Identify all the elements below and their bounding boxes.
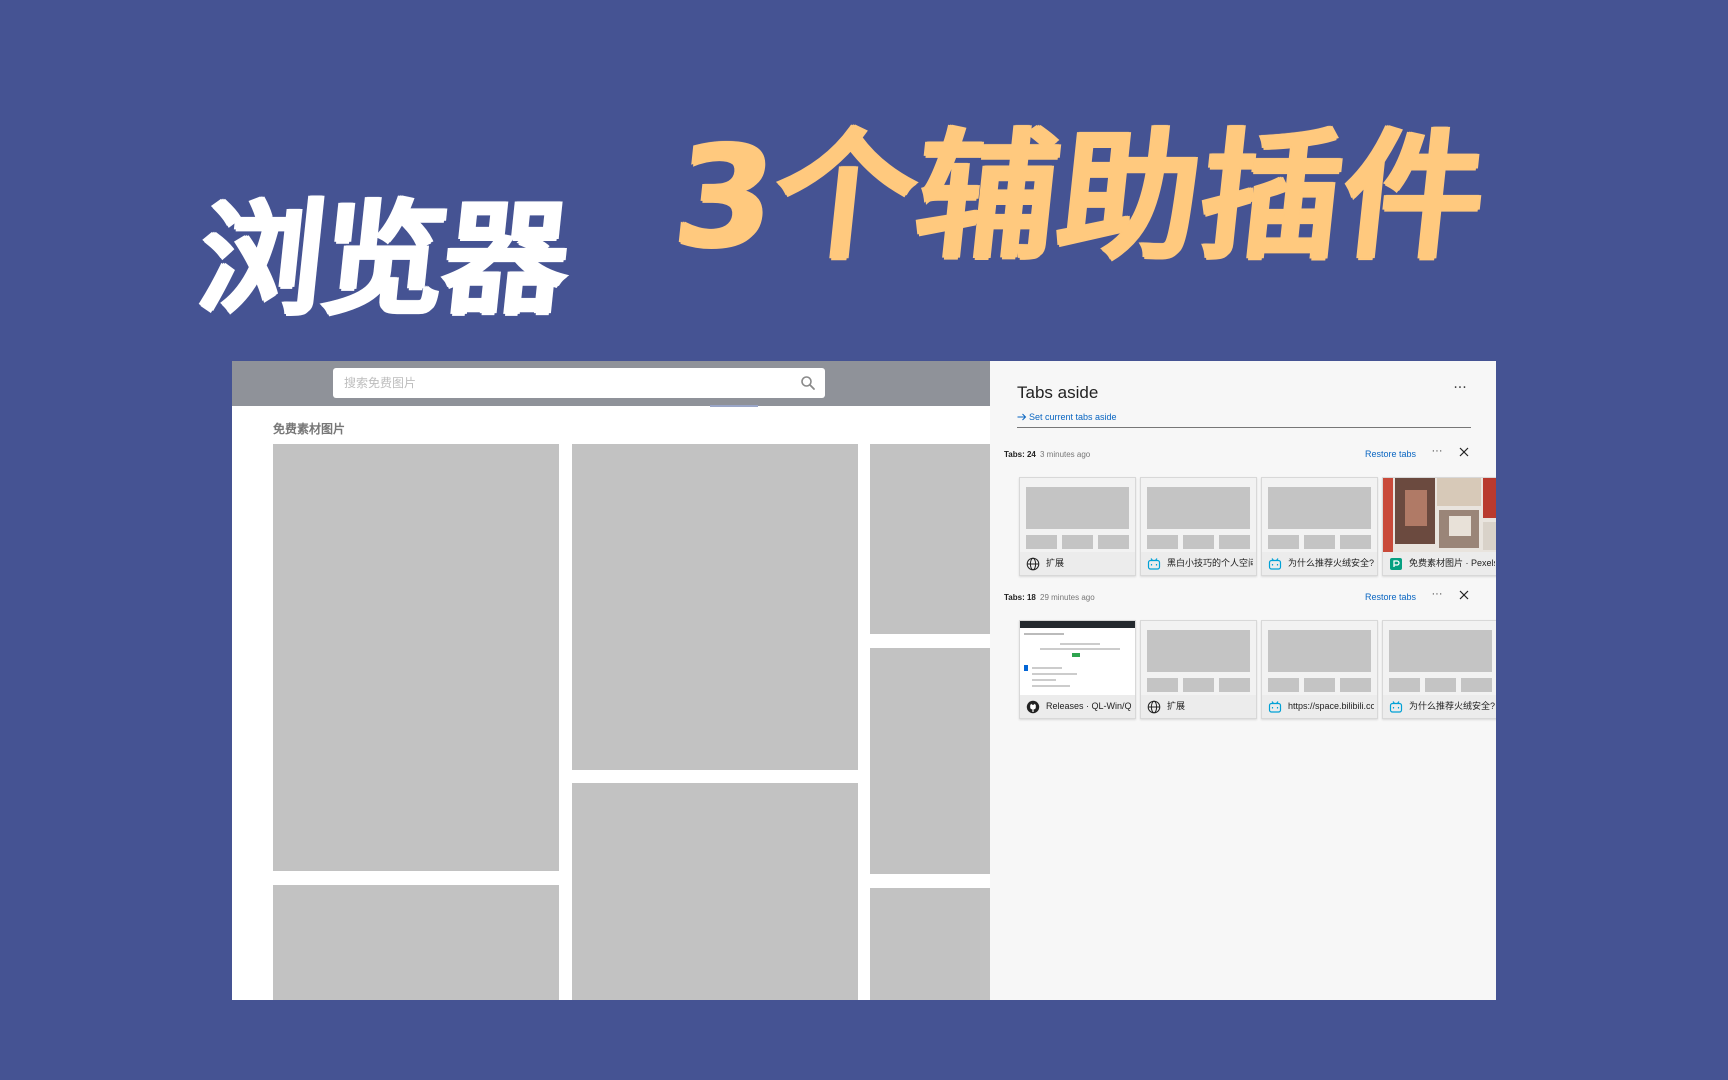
restore-tabs-button[interactable]: Restore tabs xyxy=(1365,592,1416,602)
panel-title: Tabs aside xyxy=(1017,383,1099,402)
tab-card-row: 扩展 黑白小技巧的个人空间 为什么推荐火绒安全? 免费素材图片 · Pexels xyxy=(1019,477,1496,577)
image-tile[interactable] xyxy=(572,783,858,1000)
group-header: Tabs: 24 3 minutes ago Restore tabs ··· xyxy=(1004,445,1484,465)
tab-card[interactable]: 免费素材图片 · Pexels xyxy=(1382,477,1496,576)
tab-card[interactable]: Releases · QL-Win/QuickLook xyxy=(1019,620,1136,719)
tab-thumbnail xyxy=(1383,478,1496,552)
group-tab-count: Tabs: 24 xyxy=(1004,450,1036,459)
group-timestamp: 3 minutes ago xyxy=(1040,450,1091,459)
tab-card-row: Releases · QL-Win/QuickLook xyxy=(1019,620,1496,720)
headline-plugins: 3个辅助插件 xyxy=(667,116,1495,279)
tab-title: https://space.bilibili.com xyxy=(1288,701,1374,711)
image-tile[interactable] xyxy=(870,648,990,874)
tab-thumbnail xyxy=(1141,621,1256,695)
tabs-aside-panel: Tabs aside ··· Set current tabs aside Ta… xyxy=(990,361,1496,1000)
image-tile[interactable] xyxy=(273,444,559,871)
tab-thumbnail xyxy=(1383,621,1496,695)
panel-more-button[interactable]: ··· xyxy=(1448,381,1472,401)
close-icon[interactable] xyxy=(1458,446,1470,458)
image-tile[interactable] xyxy=(870,444,990,634)
globe-icon xyxy=(1026,557,1040,571)
bilibili-icon xyxy=(1268,558,1282,570)
active-nav-indicator xyxy=(710,405,758,407)
github-icon xyxy=(1026,700,1040,714)
image-tile[interactable] xyxy=(273,885,559,1000)
search-box xyxy=(333,368,825,398)
tab-thumbnail xyxy=(1262,621,1377,695)
image-tile[interactable] xyxy=(572,444,858,770)
tab-thumbnail xyxy=(1141,478,1256,552)
tab-title: 扩展 xyxy=(1046,558,1065,568)
tab-group: Tabs: 18 29 minutes ago Restore tabs ··· xyxy=(990,588,1496,720)
image-tile[interactable] xyxy=(870,888,990,1000)
divider xyxy=(1017,427,1471,428)
bilibili-icon xyxy=(1389,701,1403,713)
tab-thumbnail xyxy=(1262,478,1377,552)
group-timestamp: 29 minutes ago xyxy=(1040,593,1095,602)
tab-title: Releases · QL-Win/QuickLook xyxy=(1046,701,1132,711)
group-more-button[interactable]: ··· xyxy=(1428,445,1446,459)
tab-card[interactable]: https://space.bilibili.com xyxy=(1261,620,1378,719)
headline-browser: 浏览器 xyxy=(192,188,574,332)
tab-group: Tabs: 24 3 minutes ago Restore tabs ··· xyxy=(990,445,1496,577)
group-more-button[interactable]: ··· xyxy=(1428,588,1446,602)
tab-title: 扩展 xyxy=(1167,701,1186,711)
tab-thumbnail xyxy=(1020,621,1135,695)
arrow-right-icon xyxy=(1017,413,1027,421)
tab-title: 为什么推荐火绒安全? xyxy=(1409,701,1495,711)
set-tabs-aside-link[interactable]: Set current tabs aside xyxy=(1017,412,1117,422)
section-title: 免费素材图片 xyxy=(273,422,346,436)
tab-card[interactable]: 为什么推荐火绒安全? xyxy=(1382,620,1496,719)
pexels-icon xyxy=(1390,558,1402,570)
search-icon[interactable] xyxy=(799,374,817,392)
page-header xyxy=(232,361,990,406)
group-tab-count: Tabs: 18 xyxy=(1004,593,1036,602)
close-icon[interactable] xyxy=(1458,589,1470,601)
tab-title: 免费素材图片 · Pexels xyxy=(1409,558,1495,568)
bilibili-icon xyxy=(1268,701,1282,713)
group-header: Tabs: 18 29 minutes ago Restore tabs ··· xyxy=(1004,588,1484,608)
tab-card[interactable]: 为什么推荐火绒安全? xyxy=(1261,477,1378,576)
bilibili-icon xyxy=(1147,558,1161,570)
tab-card[interactable]: 黑白小技巧的个人空间 xyxy=(1140,477,1257,576)
set-tabs-aside-label: Set current tabs aside xyxy=(1029,412,1117,422)
tab-card[interactable]: 扩展 xyxy=(1019,477,1136,576)
restore-tabs-button[interactable]: Restore tabs xyxy=(1365,449,1416,459)
search-input[interactable] xyxy=(333,368,784,398)
tab-title: 黑白小技巧的个人空间 xyxy=(1167,558,1253,568)
tab-thumbnail xyxy=(1020,478,1135,552)
browser-page: 免费素材图片 xyxy=(232,361,990,1000)
tab-card[interactable]: 扩展 xyxy=(1140,620,1257,719)
globe-icon xyxy=(1147,700,1161,714)
tab-title: 为什么推荐火绒安全? xyxy=(1288,558,1374,568)
